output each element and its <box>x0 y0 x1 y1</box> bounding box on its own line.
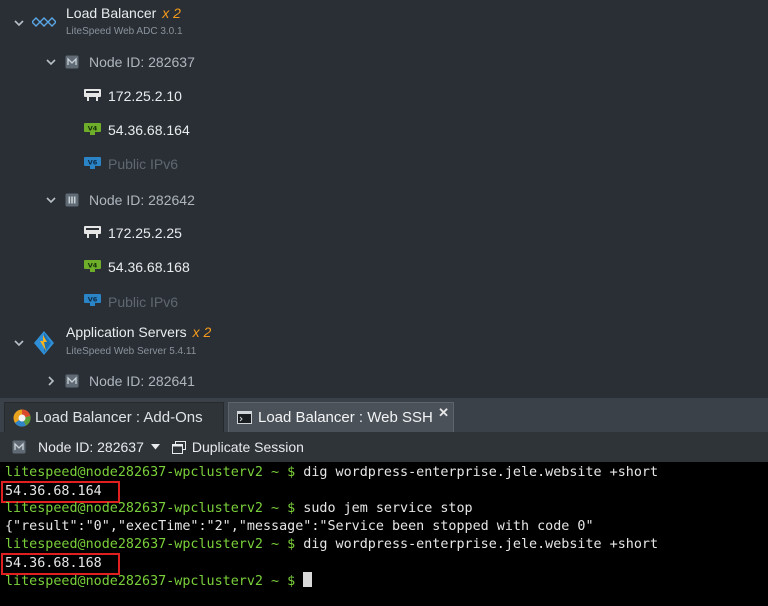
collapse-chevron-icon[interactable] <box>12 16 26 30</box>
group-subtitle: LiteSpeed Web Server 5.4.11 <box>66 346 197 357</box>
duplicate-session-button[interactable]: Duplicate Session <box>171 439 304 455</box>
group-multiplier: x 2 <box>192 324 212 340</box>
terminal-line: litespeed@node282637-wpclusterv2 ~ $ <box>5 572 313 590</box>
node-label: Node ID: 282637 <box>89 54 195 70</box>
collapse-chevron-icon[interactable] <box>44 193 58 207</box>
svg-text:V4: V4 <box>88 124 98 132</box>
add-ons-icon <box>13 408 31 427</box>
public-ipv6: Public IPv6 <box>108 294 179 310</box>
collapse-chevron-icon[interactable] <box>12 336 26 350</box>
caret-down-icon <box>150 444 160 450</box>
terminal-command: dig wordpress-enterprise.jele.website +s… <box>295 537 659 552</box>
terminal-output: 54.36.68.164 <box>5 484 102 499</box>
ip-row[interactable]: 172.25.2.10 <box>108 84 182 108</box>
group-multiplier: x 2 <box>162 5 181 21</box>
terminal-cursor <box>303 572 313 587</box>
ip-row[interactable]: 54.36.68.168 <box>108 255 190 279</box>
ip-row[interactable]: Public IPv6 <box>108 290 178 314</box>
ipv4-badge-icon: V4 <box>84 260 101 278</box>
terminal-output: 54.36.68.168 <box>5 556 102 571</box>
group-title: Load Balancer <box>66 5 157 21</box>
environment-topology: Load Balancer x 2 LiteSpeed Web ADC 3.0.… <box>0 0 768 398</box>
terminal-prompt: litespeed@node282637-wpclusterv2 ~ $ <box>5 574 296 589</box>
ip-row[interactable]: Public IPv6 <box>108 152 178 176</box>
node-label: Node ID: 282641 <box>89 373 195 389</box>
tab-web-ssh[interactable]: Load Balancer : Web SSH ✕ <box>228 402 454 432</box>
lan-ip-icon <box>84 89 101 107</box>
node-icon <box>65 193 79 212</box>
terminal-output: {"result":"0","execTime":"2","message":"… <box>5 519 594 534</box>
svg-text:V4: V4 <box>88 261 98 269</box>
close-tab-icon[interactable]: ✕ <box>438 405 449 421</box>
ssh-terminal[interactable]: litespeed@node282637-wpclusterv2 ~ $ dig… <box>0 462 768 606</box>
terminal-prompt: litespeed@node282637-wpclusterv2 ~ $ <box>5 501 296 516</box>
svg-text:V6: V6 <box>88 295 98 303</box>
tab-label: Load Balancer : Web SSH <box>258 409 433 426</box>
ipv6-badge-icon: V6 <box>84 157 101 175</box>
ipv6-badge-icon: V6 <box>84 294 101 312</box>
private-ip: 172.25.2.10 <box>108 88 182 104</box>
svg-text:V6: V6 <box>88 158 98 166</box>
node-select-dropdown[interactable]: Node ID: 282637 <box>38 439 160 455</box>
tab-label: Load Balancer : Add-Ons <box>35 409 203 426</box>
tree-node-282637[interactable]: Node ID: 282637 <box>89 50 195 74</box>
node-icon <box>65 374 79 393</box>
terminal-prompt: litespeed@node282637-wpclusterv2 ~ $ <box>5 465 296 480</box>
litespeed-logo-icon <box>34 331 54 360</box>
tree-node-282642[interactable]: Node ID: 282642 <box>89 188 195 212</box>
duplicate-icon <box>171 440 186 454</box>
terminal-command: dig wordpress-enterprise.jele.website +s… <box>295 465 659 480</box>
public-ipv4: 54.36.68.164 <box>108 122 190 138</box>
load-balancer-group[interactable]: Load Balancer x 2 <box>66 1 181 25</box>
lan-ip-icon <box>84 226 101 244</box>
application-servers-group[interactable]: Application Servers x 2 <box>66 320 211 344</box>
node-label: Node ID: 282642 <box>89 192 195 208</box>
ipv4-badge-icon: V4 <box>84 123 101 141</box>
node-icon <box>12 440 26 454</box>
terminal-icon <box>237 411 252 424</box>
ssh-toolbar: Node ID: 282637 Duplicate Session <box>0 432 768 462</box>
public-ipv6: Public IPv6 <box>108 156 179 172</box>
load-balancer-icon <box>31 15 57 33</box>
terminal-line: litespeed@node282637-wpclusterv2 ~ $ dig… <box>5 536 658 554</box>
tab-bar: Load Balancer : Add-Ons Load Balancer : … <box>0 398 768 432</box>
group-title: Application Servers <box>66 324 187 340</box>
node-icon <box>65 55 79 74</box>
collapse-chevron-icon[interactable] <box>44 55 58 69</box>
group-subtitle: LiteSpeed Web ADC 3.0.1 <box>66 26 183 37</box>
terminal-line: litespeed@node282637-wpclusterv2 ~ $ sud… <box>5 500 473 518</box>
terminal-line: litespeed@node282637-wpclusterv2 ~ $ dig… <box>5 464 658 482</box>
tab-add-ons[interactable]: Load Balancer : Add-Ons <box>4 402 224 432</box>
public-ipv4: 54.36.68.168 <box>108 259 190 275</box>
private-ip: 172.25.2.25 <box>108 225 182 241</box>
terminal-command <box>295 574 303 589</box>
ip-row[interactable]: 172.25.2.25 <box>108 221 182 245</box>
node-select-value: Node ID: 282637 <box>38 439 144 455</box>
terminal-command: sudo jem service stop <box>295 501 473 516</box>
expand-chevron-icon[interactable] <box>44 374 58 388</box>
duplicate-session-label: Duplicate Session <box>191 439 304 455</box>
terminal-prompt: litespeed@node282637-wpclusterv2 ~ $ <box>5 537 296 552</box>
tree-node-282641[interactable]: Node ID: 282641 <box>89 369 195 393</box>
ip-row[interactable]: 54.36.68.164 <box>108 118 190 142</box>
